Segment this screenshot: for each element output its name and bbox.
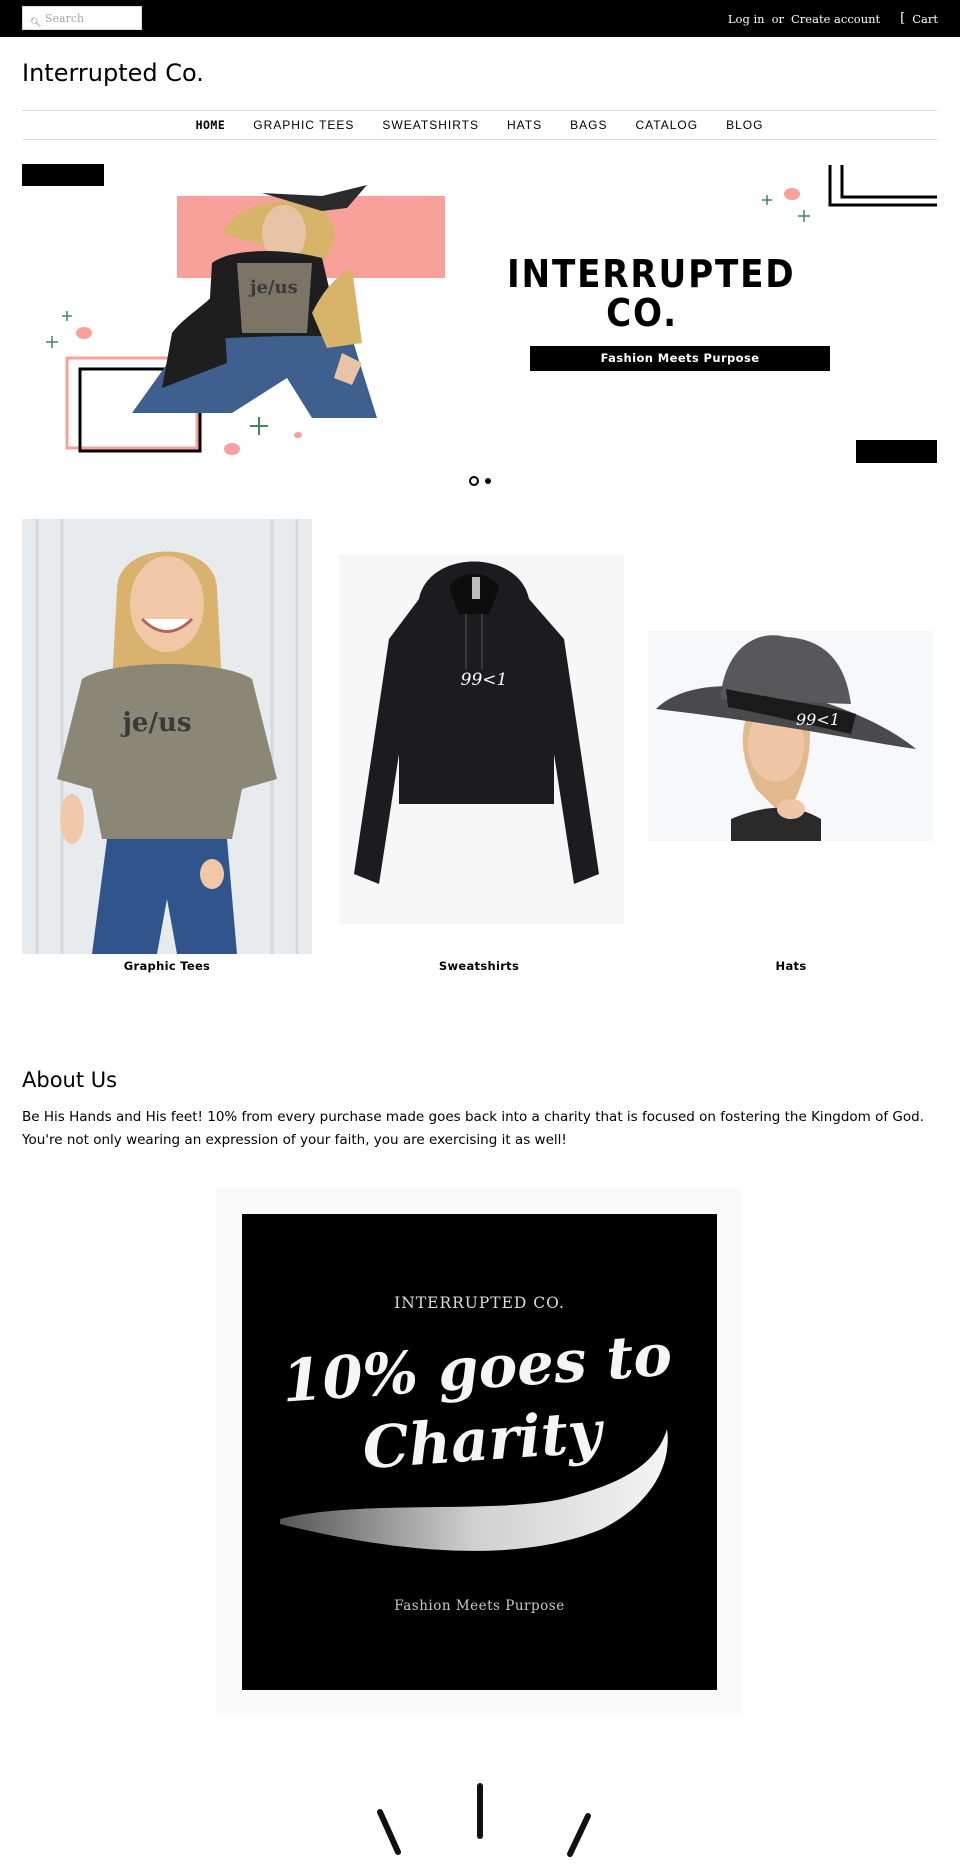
search-input[interactable] <box>45 9 137 27</box>
collection-image-sweatshirts[interactable]: 99<1 <box>334 519 624 954</box>
hero-slide[interactable]: je/us INTERRUPTED CO. Fashion Meets Purp… <box>22 163 937 465</box>
slide-dot-1[interactable] <box>469 476 479 486</box>
account-links: Log in or Create account [ Cart <box>728 11 938 26</box>
collection-caption-hats[interactable]: Hats <box>646 959 936 973</box>
collection-caption-graphic-tees[interactable]: Graphic Tees <box>22 959 312 973</box>
tee-print: je/us <box>121 708 192 738</box>
corner-bar-bottom-right <box>856 440 937 463</box>
charity-card: INTERRUPTED CO. 10% goes to Charity Fash… <box>242 1214 717 1690</box>
collection-sweatshirts[interactable]: 99<1 Sweatshirts <box>334 519 624 973</box>
slide-dots <box>0 476 960 486</box>
sweatshirt-print: 99<1 <box>461 670 508 690</box>
nav-item-hats[interactable]: HATS <box>507 118 542 132</box>
login-link[interactable]: Log in <box>728 12 765 26</box>
main-nav: HOME GRAPHIC TEES SWEATSHIRTS HATS BAGS … <box>22 110 937 140</box>
brush-stroke <box>280 1429 668 1551</box>
search-icon[interactable]: 🔍︎ <box>30 18 41 28</box>
bottom-decoration <box>377 1783 591 1857</box>
about-text: Be His Hands and His feet! 10% from ever… <box>22 1109 924 1148</box>
nav-item-sweatshirts[interactable]: SWEATSHIRTS <box>382 118 479 132</box>
search-box[interactable]: 🔍︎ <box>22 6 142 30</box>
top-bar: 🔍︎ Log in or Create account [ Cart <box>0 0 960 37</box>
collection-graphic-tees[interactable]: je/us Graphic Tees <box>22 519 312 973</box>
or-text: or <box>771 11 784 26</box>
collection-caption-sweatshirts[interactable]: Sweatshirts <box>334 959 624 973</box>
nav-item-catalog[interactable]: CATALOG <box>635 118 698 132</box>
nav-item-blog[interactable]: BLOG <box>726 118 763 132</box>
slide-dot-2[interactable] <box>485 478 491 484</box>
corner-bar-top-left <box>22 164 104 186</box>
shirt-print: je/us <box>248 277 298 298</box>
nav-item-graphic-tees[interactable]: GRAPHIC TEES <box>253 118 354 132</box>
collection-hats[interactable]: 99<1 Hats <box>646 519 936 973</box>
bracket-lines <box>828 165 937 207</box>
hero-artwork: je/us <box>22 164 937 463</box>
cart-icon[interactable]: [ <box>900 11 905 26</box>
green-cross <box>762 195 772 205</box>
hero-subtitle: Fashion Meets Purpose <box>530 346 830 371</box>
cart-link[interactable]: Cart <box>912 12 938 26</box>
collection-image-hats[interactable]: 99<1 <box>646 519 936 954</box>
pink-dot <box>784 188 800 200</box>
nav-item-home[interactable]: HOME <box>196 118 226 132</box>
hero-title: INTERRUPTED CO. <box>507 252 796 335</box>
create-account-link[interactable]: Create account <box>791 12 880 26</box>
charity-image: INTERRUPTED CO. 10% goes to Charity Fash… <box>216 1188 742 1715</box>
collection-image-graphic-tees[interactable]: je/us <box>22 519 312 954</box>
hat-print: 99<1 <box>796 710 840 729</box>
charity-tagline: Fashion Meets Purpose <box>394 1598 565 1614</box>
nav-item-bags[interactable]: BAGS <box>570 118 607 132</box>
store-logo[interactable]: Interrupted Co. <box>22 59 204 87</box>
about-heading: About Us <box>22 1068 118 1092</box>
